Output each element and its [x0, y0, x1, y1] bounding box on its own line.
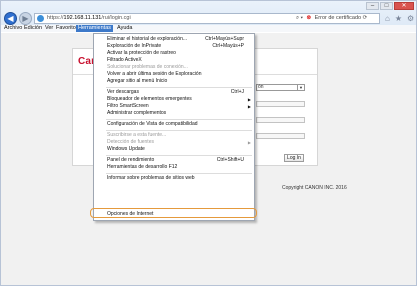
- menu-item-windows-update[interactable]: Windows Update: [94, 146, 254, 153]
- menu-item-label: Detección de fuentes: [107, 139, 154, 145]
- menu-item-administrar-complementos[interactable]: Administrar complementos: [94, 110, 254, 117]
- menu-item-ver-descargas[interactable]: Ver descargas Ctrl+J: [94, 89, 254, 96]
- opciones-internet-highlight: [90, 208, 257, 218]
- favorites-icon[interactable]: ★: [395, 14, 402, 23]
- menu-item-suscribirse: Suscribirse a esta fuente...: [94, 132, 254, 139]
- menu-item-eliminar-historial[interactable]: Eliminar el historial de exploración... …: [94, 36, 254, 43]
- menu-item-shortcut: Ctrl+Shift+U: [216, 157, 244, 163]
- menu-item-panel-rendimiento[interactable]: Panel de rendimiento Ctrl+Shift+U: [94, 157, 254, 164]
- menu-ayuda[interactable]: Ayuda: [117, 25, 133, 32]
- menu-item-label: Windows Update: [107, 146, 145, 152]
- toolbar-icons: ⌂ ★ ⚙: [385, 14, 414, 23]
- menu-ver[interactable]: Ver: [45, 25, 53, 32]
- close-button[interactable]: ✕: [394, 2, 414, 10]
- menu-item-deteccion-fuentes: Detección de fuentes ▶: [94, 139, 254, 146]
- menu-item-shortcut: Ctrl+Mayús+P: [212, 43, 244, 49]
- language-select-value: ón: [258, 84, 264, 90]
- tools-menu: Eliminar el historial de exploración... …: [93, 33, 255, 221]
- minimize-button[interactable]: –: [366, 2, 379, 10]
- login-button[interactable]: Log In: [284, 154, 304, 162]
- url-path: /rui/login.cgi: [101, 15, 131, 21]
- menu-edicion[interactable]: Edición: [24, 25, 42, 32]
- menu-item-label: Agregar sitio al menú Inicio: [107, 78, 168, 84]
- menu-item-smartscreen[interactable]: Filtro SmartScreen ▶: [94, 103, 254, 110]
- menu-item-vista-compatibilidad[interactable]: Configuración de Vista de compatibilidad: [94, 121, 254, 128]
- address-bar[interactable]: https://192.168.11.131/rui/login.cgi ⌕ ▾…: [34, 13, 380, 24]
- field-2[interactable]: [256, 117, 305, 123]
- menu-item-label: Configuración de Vista de compatibilidad: [107, 121, 198, 127]
- menu-item-proteccion-rastreo[interactable]: Activar la protección de rastreo: [94, 50, 254, 57]
- submenu-arrow-icon: ▶: [247, 104, 251, 109]
- menu-item-inprivate[interactable]: Exploración de InPrivate Ctrl+Mayús+P: [94, 43, 254, 50]
- copyright-text: Copyright CANON INC. 2016: [282, 185, 347, 191]
- back-button[interactable]: ◀: [4, 12, 17, 25]
- menu-bar: Archivo Edición Ver Favoritos Herramient…: [1, 25, 416, 32]
- menu-item-label: Filtrado ActiveX: [107, 57, 142, 63]
- gear-icon[interactable]: ⚙: [407, 14, 414, 23]
- language-select[interactable]: ón ▼: [256, 84, 305, 91]
- menu-item-label: Herramientas de desarrollo F12: [107, 164, 178, 170]
- menu-item-label: Panel de rendimiento: [107, 157, 155, 163]
- maximize-button[interactable]: □: [380, 2, 393, 10]
- menu-separator: [106, 173, 252, 174]
- menu-item-shortcut: Ctrl+J: [230, 89, 244, 95]
- url-host: 192.168.11.131: [63, 15, 102, 21]
- menu-item-label: Administrar complementos: [107, 110, 167, 116]
- menu-separator: [106, 87, 252, 88]
- browser-chrome: – □ ✕ ◀ ▶ https://192.168.11.131/rui/log…: [1, 1, 416, 32]
- menu-item-label: Filtro SmartScreen: [107, 103, 149, 109]
- menu-separator: [106, 119, 252, 120]
- menu-archivo[interactable]: Archivo: [4, 25, 22, 32]
- refresh-icon[interactable]: ⟳: [363, 15, 368, 21]
- menu-item-label: Eliminar el historial de exploración...: [107, 36, 188, 42]
- cert-error-area[interactable]: ⌕ ▾ ⊗ Error de certificado ⟳: [296, 14, 367, 23]
- search-icon[interactable]: ⌕: [296, 15, 299, 21]
- menu-item-herramientas-f12[interactable]: Herramientas de desarrollo F12: [94, 164, 254, 171]
- dropdown-arrow-icon[interactable]: ▾: [301, 15, 303, 21]
- menu-item-label: Bloqueador de elementos emergentes: [107, 96, 192, 102]
- chevron-down-icon: ▼: [297, 85, 304, 90]
- menu-item-bloqueador-emergentes[interactable]: Bloqueador de elementos emergentes ▶: [94, 96, 254, 103]
- menu-item-shortcut: Ctrl+Mayús+Supr: [205, 36, 244, 42]
- menu-item-reabrir-sesion[interactable]: Volver a abrir última sesión de Explorac…: [94, 71, 254, 78]
- cert-error-label[interactable]: Error de certificado: [315, 15, 361, 21]
- address-url[interactable]: https://192.168.11.131/rui/login.cgi: [47, 14, 131, 23]
- field-1[interactable]: [256, 101, 305, 107]
- menu-item-label: Volver a abrir última sesión de Explorac…: [107, 71, 202, 77]
- menu-separator: [106, 155, 252, 156]
- menu-item-label: Ver descargas: [107, 89, 139, 95]
- menu-item-informar-problemas[interactable]: Informar sobre problemas de sitios web: [94, 175, 254, 182]
- browser-window: – □ ✕ ◀ ▶ https://192.168.11.131/rui/log…: [0, 0, 417, 286]
- field-3[interactable]: [256, 133, 305, 139]
- submenu-arrow-icon: ▶: [247, 97, 251, 102]
- home-icon[interactable]: ⌂: [385, 14, 390, 23]
- menu-item-label: Informar sobre problemas de sitios web: [107, 175, 195, 181]
- menu-herramientas[interactable]: Herramientas: [76, 25, 114, 32]
- menu-item-label: Activar la protección de rastreo: [107, 50, 176, 56]
- forward-button[interactable]: ▶: [19, 12, 32, 25]
- ie-page-icon: [37, 15, 44, 22]
- menu-item-agregar-inicio[interactable]: Agregar sitio al menú Inicio: [94, 78, 254, 85]
- menu-item-label: Solucionar problemas de conexión...: [107, 64, 188, 70]
- cert-error-icon: ⊗: [306, 15, 312, 21]
- submenu-arrow-icon: ▶: [247, 140, 251, 145]
- menu-item-label: Exploración de InPrivate: [107, 43, 162, 49]
- menu-item-solucionar-problemas: Solucionar problemas de conexión...: [94, 64, 254, 71]
- menu-item-filtrado-activex[interactable]: Filtrado ActiveX: [94, 57, 254, 64]
- menu-separator: [106, 130, 252, 131]
- url-prefix: https://: [47, 15, 64, 21]
- window-controls: – □ ✕: [366, 2, 414, 10]
- menu-item-label: Suscribirse a esta fuente...: [107, 132, 167, 138]
